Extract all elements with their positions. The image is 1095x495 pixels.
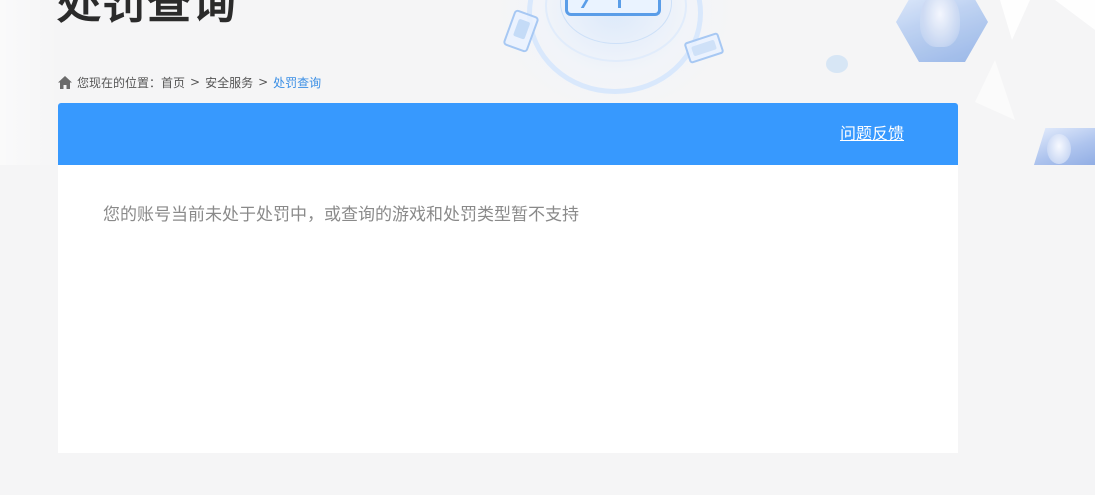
decor-shard (1000, 0, 1030, 40)
breadcrumb-security-link[interactable]: 安全服务 (205, 74, 253, 91)
game-console-icon (683, 31, 725, 65)
banner-ring-outer (527, 0, 703, 94)
home-icon (58, 75, 72, 89)
banner-left-fade (0, 0, 60, 165)
breadcrumb-separator: > (190, 75, 201, 89)
feedback-link[interactable]: 问题反馈 (840, 123, 904, 145)
breadcrumb-separator: > (258, 75, 269, 89)
decor-shard (975, 60, 1015, 120)
banner-ring-inner (560, 0, 672, 44)
banner-ring-middle (545, 0, 687, 62)
breadcrumb-home-link[interactable]: 首页 (161, 74, 185, 91)
acc-logo (565, 0, 661, 16)
panel-header: 问题反馈 (58, 103, 958, 165)
result-panel: 问题反馈 您的账号当前未处于处罚中，或查询的游戏和处罚类型暂不支持 (58, 103, 958, 453)
banner-glow (500, 0, 730, 110)
phone-icon (502, 8, 540, 54)
decor-dot (826, 55, 848, 73)
page-title: 处罚查询 (57, 0, 237, 29)
breadcrumb-current: 处罚查询 (273, 75, 322, 90)
character-hexagon-image (896, 0, 988, 62)
breadcrumb: 您现在的位置： 首页 > 安全服务 > 处罚查询 (58, 73, 321, 91)
character-side-image (1033, 128, 1095, 165)
result-notice: 您的账号当前未处于处罚中，或查询的游戏和处罚类型暂不支持 (103, 205, 579, 225)
breadcrumb-prefix: 您现在的位置： (77, 75, 162, 90)
decor-shard (1055, 0, 1095, 30)
